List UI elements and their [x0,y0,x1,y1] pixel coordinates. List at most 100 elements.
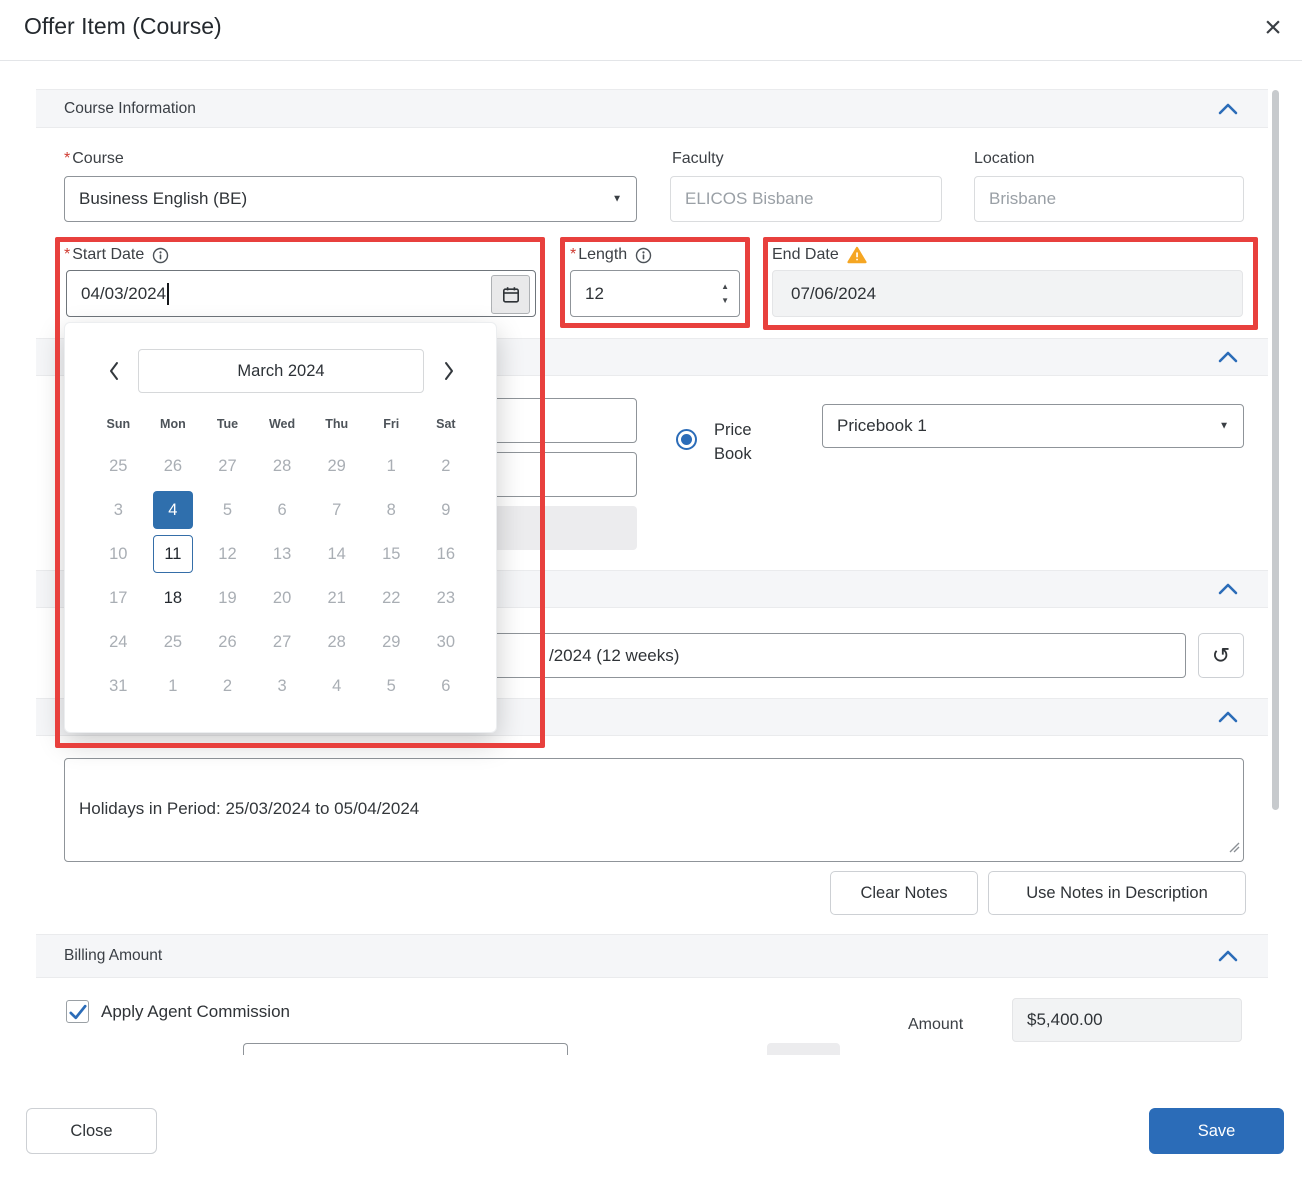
calendar-day[interactable]: 26 [200,620,255,664]
chevron-up-icon[interactable] [1218,950,1238,962]
info-icon [152,247,169,264]
stepper-arrows[interactable]: ▲ ▼ [721,283,729,305]
calendar-day-number: 5 [207,491,247,529]
calendar-picker-button[interactable] [491,275,530,314]
calendar-day[interactable]: 28 [255,444,310,488]
price-book-radio[interactable] [676,429,697,450]
calendar-day[interactable]: 6 [419,664,474,708]
calendar-day[interactable]: 18 [146,576,201,620]
calendar-day[interactable]: 21 [309,576,364,620]
close-icon[interactable]: × [1252,7,1294,49]
calendar-day[interactable]: 27 [255,620,310,664]
calendar-day[interactable]: 5 [364,664,419,708]
chevron-up-icon[interactable] [1218,583,1238,595]
calendar-day-number: 26 [153,447,193,485]
calendar-day[interactable]: 25 [146,620,201,664]
calendar-day-number: 29 [317,447,357,485]
calendar-day[interactable]: 10 [91,532,146,576]
calendar-day[interactable]: 16 [419,532,474,576]
stepper-down-icon[interactable]: ▼ [721,297,729,305]
chevron-up-icon[interactable] [1218,103,1238,115]
calendar-day[interactable]: 14 [309,532,364,576]
warning-icon [847,246,867,264]
section-billing-amount[interactable]: Billing Amount [36,934,1268,978]
cutoff-input[interactable] [243,1043,568,1055]
offer-item-modal: Offer Item (Course) × Course Information… [0,0,1302,1177]
price-book-radio-label: Price Book [714,418,776,466]
calendar-day[interactable]: 4 [146,488,201,532]
close-button[interactable]: Close [26,1108,157,1154]
calendar-day[interactable]: 30 [419,620,474,664]
text-cursor [167,283,169,305]
calendar-day[interactable]: 2 [200,664,255,708]
required-marker: * [570,246,576,264]
chevron-up-icon[interactable] [1218,351,1238,363]
calendar-day-number: 27 [262,623,302,661]
calendar-day[interactable]: 31 [91,664,146,708]
resize-handle-icon[interactable] [1228,840,1240,858]
pricebook-select[interactable]: Pricebook 1 ▼ [822,404,1244,448]
calendar-day[interactable]: 1 [364,444,419,488]
calendar-day[interactable]: 15 [364,532,419,576]
calendar-day[interactable]: 25 [91,444,146,488]
cutoff-disabled-field [767,1043,840,1055]
use-notes-in-description-button[interactable]: Use Notes in Description [988,871,1246,915]
start-date-input[interactable]: 04/03/2024 [66,270,536,317]
scrollbar[interactable] [1272,90,1279,810]
save-button[interactable]: Save [1149,1108,1284,1154]
recalculate-button[interactable]: ↺ [1198,633,1244,678]
calendar-day[interactable]: 12 [200,532,255,576]
calendar-prev-month-button[interactable] [95,349,133,393]
calendar-day[interactable]: 2 [419,444,474,488]
calendar-day[interactable]: 17 [91,576,146,620]
calendar-weekday: Sat [419,417,474,431]
duration-summary-text: /2024 (12 weeks) [549,646,679,666]
calendar-next-month-button[interactable] [430,349,468,393]
calendar-grid: 2526272829123456789101112131415161718192… [91,444,473,708]
course-select[interactable]: Business English (BE) ▼ [64,176,637,222]
stepper-up-icon[interactable]: ▲ [721,283,729,291]
calendar-day-number: 1 [153,667,193,705]
calendar-day[interactable]: 5 [200,488,255,532]
calendar-day-number: 28 [317,623,357,661]
calendar-day[interactable]: 13 [255,532,310,576]
apply-agent-commission-checkbox[interactable] [66,1000,89,1023]
calendar-day[interactable]: 3 [91,488,146,532]
calendar-day[interactable]: 23 [419,576,474,620]
calendar-day[interactable]: 8 [364,488,419,532]
calendar-day[interactable]: 4 [309,664,364,708]
header-divider [0,60,1302,61]
calendar-day[interactable]: 1 [146,664,201,708]
calendar-day-number: 24 [98,623,138,661]
clear-notes-button[interactable]: Clear Notes [830,871,978,915]
calendar-day[interactable]: 29 [309,444,364,488]
calendar-day[interactable]: 11 [146,532,201,576]
required-marker: * [64,246,70,264]
calendar-day[interactable]: 6 [255,488,310,532]
calendar-day-number: 12 [207,535,247,573]
calendar-day-number: 6 [426,667,466,705]
calendar-weekday-header: SunMonTueWedThuFriSat [91,417,473,431]
notes-textarea[interactable]: Holidays in Period: 25/03/2024 to 05/04/… [64,758,1244,862]
calendar-day[interactable]: 27 [200,444,255,488]
calendar-day-number: 3 [98,491,138,529]
calendar-day[interactable]: 20 [255,576,310,620]
calendar-day[interactable]: 28 [309,620,364,664]
calendar-day[interactable]: 3 [255,664,310,708]
calendar-day[interactable]: 19 [200,576,255,620]
calendar-day[interactable]: 26 [146,444,201,488]
calendar-day[interactable]: 24 [91,620,146,664]
calendar-day-number: 15 [371,535,411,573]
calendar-day[interactable]: 22 [364,576,419,620]
section-course-information[interactable]: Course Information [36,89,1268,128]
location-input: Brisbane [974,176,1244,222]
calendar-day[interactable]: 29 [364,620,419,664]
calendar-month-label[interactable]: March 2024 [138,349,424,393]
calendar-day-number: 25 [153,623,193,661]
calendar-day[interactable]: 7 [309,488,364,532]
length-stepper[interactable]: 12 ▲ ▼ [570,270,740,317]
calendar-weekday: Fri [364,417,419,431]
calendar-day[interactable]: 9 [419,488,474,532]
calendar-day-number: 18 [153,579,193,617]
chevron-up-icon[interactable] [1218,711,1238,723]
